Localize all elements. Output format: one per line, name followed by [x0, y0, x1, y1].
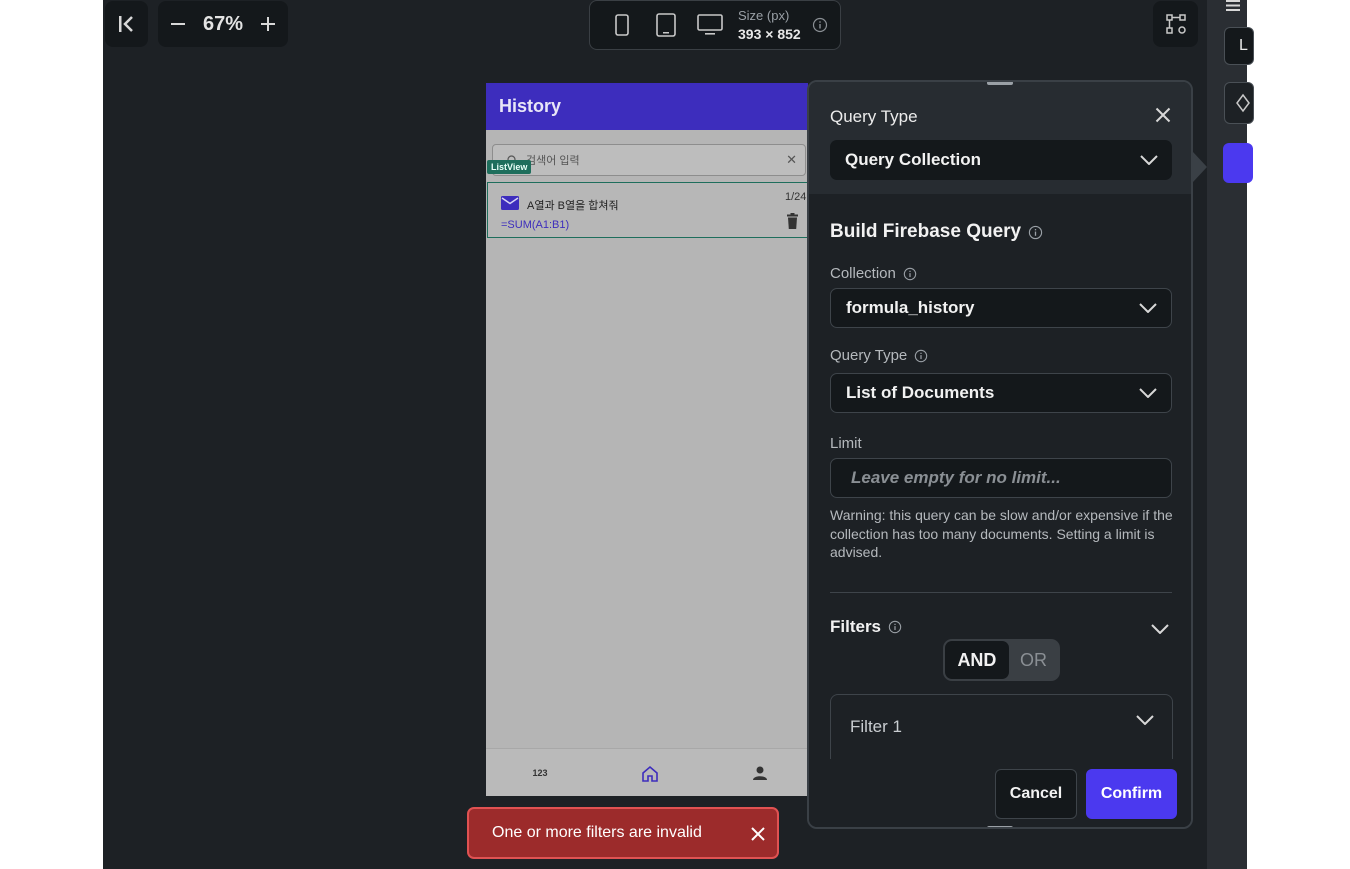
cancel-button[interactable]: Cancel: [995, 769, 1077, 819]
and-or-toggle: AND OR: [943, 639, 1060, 681]
collapse-left-icon: [118, 16, 133, 32]
info-icon[interactable]: [903, 267, 917, 281]
query-type-label-text: Query Type: [830, 347, 908, 364]
list-item-formula: =SUM(A1:B1): [501, 219, 570, 231]
build-query-title: Build Firebase Query: [830, 221, 1043, 243]
collection-value: formula_history: [846, 298, 975, 317]
desktop-icon: [697, 14, 723, 35]
info-icon[interactable]: [812, 17, 828, 33]
plus-icon: [261, 17, 275, 31]
phone-device-button[interactable]: [604, 10, 640, 40]
chevron-down-icon: [1136, 715, 1154, 725]
filters-label-text: Filters: [830, 617, 882, 636]
search-placeholder: 검색어 입력: [526, 155, 580, 167]
bottom-nav: 123: [486, 748, 808, 796]
zoom-out-button[interactable]: [166, 12, 190, 36]
info-icon[interactable]: [914, 349, 928, 363]
home-icon: [642, 765, 658, 782]
widget-tree-icon: [1165, 14, 1186, 34]
and-option[interactable]: AND: [945, 641, 1009, 679]
person-icon: [753, 766, 767, 780]
filters-collapse-button[interactable]: [1148, 617, 1172, 641]
widget-icon: [1236, 93, 1250, 113]
listview-badge: ListView: [487, 160, 532, 174]
app-bar-title: History: [499, 96, 562, 116]
close-button[interactable]: [1150, 102, 1176, 128]
nav-item-home[interactable]: [638, 763, 662, 783]
collapse-panel-button[interactable]: [105, 1, 148, 47]
divider: [830, 592, 1172, 593]
zoom-level: 67%: [202, 12, 244, 35]
limit-warning: Warning: this query can be slow and/or e…: [830, 507, 1173, 560]
resize-handle-bottom[interactable]: [987, 826, 1013, 827]
close-icon: [1155, 107, 1171, 123]
menu-icon[interactable]: [1224, 0, 1244, 12]
nav-item-numbers[interactable]: 123: [528, 763, 552, 783]
mail-icon: [501, 196, 519, 210]
panel-widget-button[interactable]: [1224, 82, 1254, 124]
nav-numbers-label: 123: [532, 768, 548, 778]
confirm-button[interactable]: Confirm: [1086, 769, 1177, 819]
list-item[interactable]: A열과 B열을 합쳐줘 =SUM(A1:B1) 1/24: [487, 182, 808, 238]
trash-icon[interactable]: [786, 213, 799, 229]
nav-item-profile[interactable]: [748, 763, 772, 783]
build-query-title-text: Build Firebase Query: [830, 221, 1022, 242]
properties-panel-edge: [1207, 0, 1247, 869]
collection-label: Collection: [830, 265, 917, 282]
chevron-down-icon: [1140, 155, 1158, 165]
document-type-dropdown[interactable]: List of Documents: [830, 373, 1172, 413]
size-label: Size (px): [738, 8, 790, 23]
search-field[interactable]: 검색어 입력 ✕: [492, 144, 806, 176]
list-item-title: A열과 B열을 합쳐줘: [527, 200, 619, 212]
filter-1-label: Filter 1: [850, 717, 902, 736]
size-value: 393 × 852: [738, 26, 801, 42]
close-icon: [751, 827, 765, 841]
toast-message: One or more filters are invalid: [492, 824, 702, 841]
desktop-device-button[interactable]: [692, 10, 728, 40]
error-toast: One or more filters are invalid: [467, 807, 779, 859]
clear-icon[interactable]: ✕: [786, 152, 797, 168]
toast-close-button[interactable]: [748, 824, 768, 844]
panel-action-button[interactable]: [1223, 143, 1253, 183]
filters-label: Filters: [830, 617, 902, 637]
dialog-title: Query Type: [830, 107, 918, 126]
widget-tree-button[interactable]: [1153, 1, 1198, 47]
minus-icon: [171, 23, 185, 25]
phone-icon: [615, 14, 629, 36]
zoom-control: 67%: [158, 1, 288, 47]
chevron-down-icon: [1139, 303, 1157, 313]
collection-dropdown[interactable]: formula_history: [830, 288, 1172, 328]
zoom-in-button[interactable]: [256, 12, 280, 36]
dialog-pointer: [1193, 152, 1207, 182]
or-option[interactable]: OR: [1009, 641, 1058, 679]
collection-label-text: Collection: [830, 265, 896, 282]
chevron-down-icon: [1139, 388, 1157, 398]
query-dialog: Query Type Query Collection Build Fireba…: [807, 80, 1193, 829]
limit-input[interactable]: [830, 458, 1172, 498]
tablet-device-button[interactable]: [648, 10, 684, 40]
info-icon[interactable]: [888, 620, 902, 634]
app-bar: History: [486, 83, 808, 130]
document-type-value: List of Documents: [846, 383, 995, 402]
query-type-dropdown[interactable]: Query Collection: [830, 140, 1172, 180]
phone-preview: History 검색어 입력 ✕ ListView A열과 B열을 합쳐줘 =S…: [486, 83, 808, 796]
device-selector: Size (px) 393 × 852: [589, 0, 841, 50]
panel-field[interactable]: L: [1224, 27, 1254, 65]
limit-label: Limit: [830, 435, 862, 452]
chevron-down-icon: [1151, 624, 1169, 634]
tablet-icon: [656, 13, 676, 37]
query-type-value: Query Collection: [845, 150, 982, 169]
resize-handle-top[interactable]: [987, 82, 1013, 85]
device-size: Size (px) 393 × 852: [738, 8, 801, 42]
info-icon[interactable]: [1028, 225, 1043, 240]
query-type-label: Query Type: [830, 347, 928, 364]
list-item-counter: 1/24: [785, 191, 807, 203]
